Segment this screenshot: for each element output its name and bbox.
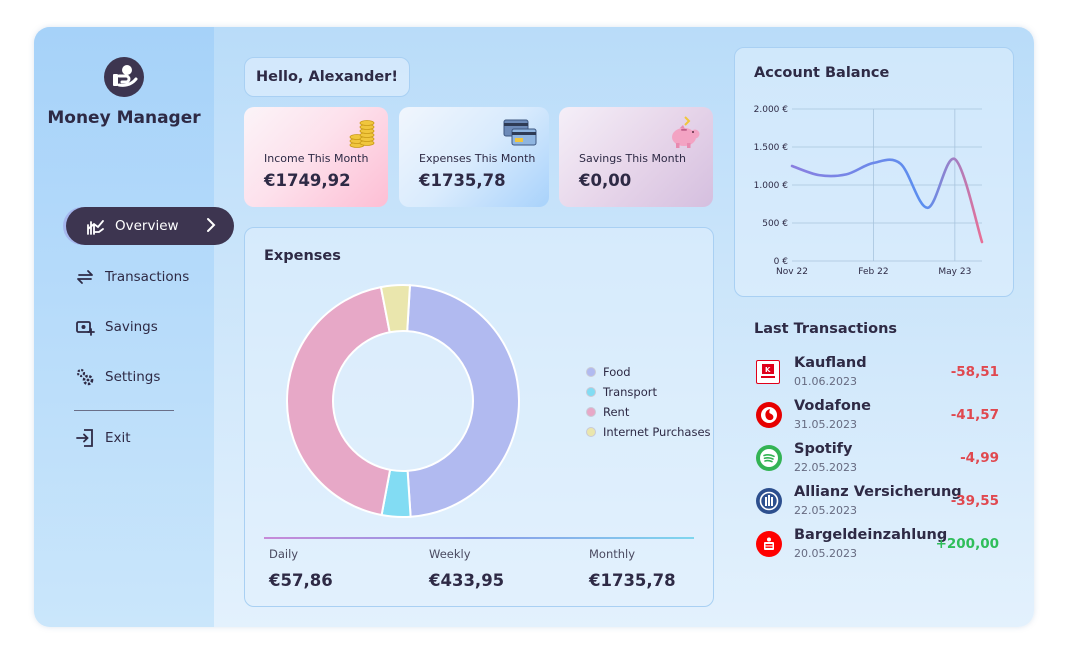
transaction-date: 20.05.2023 bbox=[794, 547, 857, 560]
transaction-amount: -58,51 bbox=[950, 364, 999, 380]
y-tick-label: 1.000 € bbox=[754, 181, 789, 191]
transaction-row[interactable]: Allianz Versicherung 22.05.2023 -39,55 bbox=[754, 484, 1004, 524]
x-tick-label: Feb 22 bbox=[858, 267, 888, 277]
legend-swatch bbox=[586, 367, 596, 377]
expenses-value: €1735,78 bbox=[419, 171, 506, 190]
vodafone-logo-icon bbox=[756, 402, 782, 428]
period-value: €433,95 bbox=[429, 571, 505, 590]
last-transactions-title: Last Transactions bbox=[754, 321, 898, 337]
period-value: €57,86 bbox=[269, 571, 333, 590]
sidebar-item-transactions[interactable]: Transactions bbox=[74, 262, 189, 292]
x-tick-label: May 23 bbox=[938, 267, 971, 277]
sparkasse-logo-icon bbox=[756, 531, 782, 557]
transaction-name: Vodafone bbox=[794, 398, 871, 414]
sidebar-item-overview[interactable]: Overview bbox=[66, 207, 234, 245]
legend-item-rent: Rent bbox=[586, 405, 629, 419]
account-balance-title: Account Balance bbox=[754, 65, 890, 81]
period-weekly: Weekly €433,95 bbox=[429, 547, 504, 590]
chevron-right-icon bbox=[206, 217, 216, 237]
transaction-row[interactable]: Bargeldeinzahlung 20.05.2023 +200,00 bbox=[754, 527, 1004, 567]
app-logo-icon bbox=[104, 57, 144, 97]
account-balance-line-chart: 0 € 500 € 1.000 € 1.500 € 2.000 € Nov 22 Feb 2… bbox=[754, 105, 984, 277]
exit-icon bbox=[74, 427, 96, 449]
legend-item-transport: Transport bbox=[586, 385, 657, 399]
transaction-date: 31.05.2023 bbox=[794, 418, 857, 431]
transaction-date: 01.06.2023 bbox=[794, 375, 857, 388]
sidebar-item-label: Overview bbox=[115, 218, 179, 234]
legend-item-food: Food bbox=[586, 365, 631, 379]
savings-card: Savings This Month €0,00 bbox=[559, 107, 713, 207]
y-tick-label: 2.000 € bbox=[754, 105, 789, 115]
transaction-row[interactable]: Vodafone 31.05.2023 -41,57 bbox=[754, 398, 1004, 438]
transaction-amount: +200,00 bbox=[935, 536, 999, 552]
app-window: Money Manager Overview Transactions Savi… bbox=[34, 27, 1034, 627]
sidebar-divider bbox=[74, 410, 174, 411]
coins-icon bbox=[348, 115, 376, 153]
savings-value: €0,00 bbox=[579, 171, 632, 190]
period-label: Monthly bbox=[589, 547, 636, 561]
transaction-name: Kaufland bbox=[794, 355, 867, 371]
sidebar-item-settings[interactable]: Settings bbox=[74, 362, 160, 392]
sidebar-item-label: Transactions bbox=[105, 269, 190, 285]
legend-label: Transport bbox=[603, 385, 657, 399]
income-card: Income This Month €1749,92 bbox=[244, 107, 388, 207]
greeting: Hello, Alexander! bbox=[244, 57, 410, 97]
sidebar-item-label: Settings bbox=[105, 369, 161, 385]
kaufland-logo-icon: K bbox=[756, 360, 780, 384]
savings-label: Savings This Month bbox=[579, 152, 686, 165]
legend-label: Food bbox=[603, 365, 631, 379]
allianz-logo-icon bbox=[756, 488, 782, 514]
balance-line bbox=[790, 157, 984, 244]
transaction-date: 22.05.2023 bbox=[794, 461, 857, 474]
savings-icon bbox=[74, 316, 96, 338]
app-title: Money Manager bbox=[47, 108, 201, 128]
period-daily: Daily €57,86 bbox=[269, 547, 333, 590]
sidebar-item-label: Exit bbox=[105, 430, 131, 446]
transaction-amount: -41,57 bbox=[950, 407, 999, 423]
period-value: €1735,78 bbox=[589, 571, 676, 590]
expenses-title: Expenses bbox=[264, 248, 341, 264]
legend-item-internet-purchases: Internet Purchases bbox=[586, 425, 711, 439]
expenses-card: Expenses This Month €1735,78 bbox=[399, 107, 549, 207]
transaction-name: Bargeldeinzahlung bbox=[794, 527, 948, 543]
sidebar-item-label: Savings bbox=[105, 319, 158, 335]
transaction-row[interactable]: K Kaufland 01.06.2023 -58,51 bbox=[754, 355, 1004, 395]
y-tick-label: 0 € bbox=[774, 257, 789, 267]
sidebar-item-savings[interactable]: Savings bbox=[74, 312, 158, 342]
transaction-row[interactable]: Spotify 22.05.2023 -4,99 bbox=[754, 441, 1004, 481]
period-monthly: Monthly €1735,78 bbox=[589, 547, 676, 590]
income-value: €1749,92 bbox=[264, 171, 351, 190]
sidebar-item-exit[interactable]: Exit bbox=[74, 423, 131, 453]
sidebar: Money Manager Overview Transactions Savi… bbox=[34, 27, 234, 627]
y-tick-label: 1.500 € bbox=[754, 143, 789, 153]
income-label: Income This Month bbox=[264, 152, 369, 165]
expenses-donut-chart bbox=[286, 284, 520, 518]
period-label: Weekly bbox=[429, 547, 471, 561]
svg-text:K: K bbox=[765, 366, 771, 374]
y-tick-label: 500 € bbox=[762, 219, 788, 229]
arrows-exchange-icon bbox=[74, 266, 96, 288]
piggy-bank-icon bbox=[667, 115, 703, 153]
gradient-divider bbox=[264, 537, 694, 539]
period-label: Daily bbox=[269, 547, 299, 561]
transaction-amount: -4,99 bbox=[960, 450, 999, 466]
transaction-date: 22.05.2023 bbox=[794, 504, 857, 517]
spotify-logo-icon bbox=[756, 445, 782, 471]
x-tick-label: Nov 22 bbox=[776, 267, 808, 277]
expenses-label: Expenses This Month bbox=[419, 152, 536, 165]
transaction-name: Spotify bbox=[794, 441, 853, 457]
legend-label: Internet Purchases bbox=[603, 425, 711, 439]
donut-hole bbox=[334, 332, 472, 470]
transaction-name: Allianz Versicherung bbox=[794, 484, 962, 500]
legend-label: Rent bbox=[603, 405, 630, 419]
gears-icon bbox=[74, 366, 96, 388]
legend-swatch bbox=[586, 387, 596, 397]
credit-cards-icon bbox=[503, 119, 537, 151]
transaction-amount: -39,55 bbox=[950, 493, 999, 509]
legend-swatch bbox=[586, 427, 596, 437]
chart-hand-icon bbox=[84, 215, 106, 237]
legend-swatch bbox=[586, 407, 596, 417]
